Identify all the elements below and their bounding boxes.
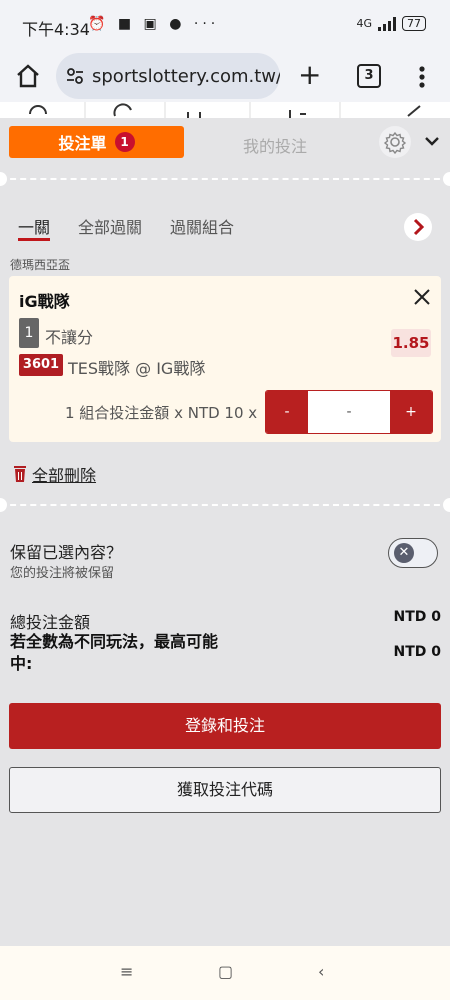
- stake-stepper: - - +: [265, 390, 433, 434]
- signal-icon: [378, 16, 396, 31]
- divider: [0, 504, 450, 506]
- max-payout-value: NTD 0: [393, 644, 441, 660]
- stake-label: 1 組合投注金額 x NTD 10 x: [65, 404, 258, 422]
- tab-betslip[interactable]: 投注單 1: [9, 126, 184, 158]
- keep-selection-subtitle: 您的投注將被保留: [10, 566, 115, 581]
- get-bet-code-button[interactable]: 獲取投注代碼: [9, 767, 441, 813]
- divider: [0, 178, 450, 180]
- keep-selection-title: 保留已選內容？: [10, 543, 123, 562]
- settings-button[interactable]: [379, 126, 411, 158]
- event-code-badge: 3601: [19, 354, 63, 376]
- odds-value: 1.85: [391, 329, 431, 357]
- battery-icon: 77: [402, 16, 426, 31]
- trash-icon: [14, 466, 26, 482]
- status-time: 下午4:34: [22, 20, 90, 39]
- status-bar: 下午4:34 ⏰ ■ ▣ ● ··· 4G 77: [0, 0, 450, 52]
- total-stake-label: 總投注金額: [10, 613, 91, 632]
- more-menu-icon[interactable]: [412, 64, 432, 90]
- delete-all-link[interactable]: 全部刪除: [12, 462, 96, 486]
- keep-selection-toggle[interactable]: ✕: [388, 538, 438, 568]
- browser-toolbar: sportslottery.com.tw/s + 3: [0, 52, 450, 102]
- network-label: 4G: [356, 17, 372, 30]
- market-name: 不讓分: [45, 328, 94, 347]
- delete-all-label: 全部刪除: [32, 466, 97, 485]
- collapse-chevron-icon[interactable]: [424, 134, 440, 148]
- home-nav-icon[interactable]: ▢: [218, 962, 233, 981]
- login-and-bet-button[interactable]: 登錄和投注: [9, 703, 441, 749]
- system-nav-bar: ≡ ▢ ‹: [0, 946, 450, 1000]
- stake-input[interactable]: -: [308, 391, 390, 433]
- page-behind-slip: [0, 102, 450, 118]
- chevron-right-icon: [413, 218, 425, 236]
- tab-all-parlay[interactable]: 全部過關: [78, 214, 142, 238]
- tabs-scroll-right-button[interactable]: [404, 213, 432, 241]
- toggle-off-icon: ✕: [394, 543, 414, 563]
- gear-icon: [383, 131, 407, 155]
- sport-icons-strip: [29, 102, 421, 118]
- tab-count-button[interactable]: 3: [357, 64, 381, 88]
- divider-notch: [443, 498, 450, 512]
- league-name: 德瑪西亞盃: [10, 258, 71, 272]
- bet-card: iG戰隊 1 不讓分 1.85 3601 TES戰隊 @ IG戰隊 1 組合投注…: [9, 276, 441, 442]
- betslip-panel: 投注單 1 我的投注 一關 全部過關 過關組合 德瑪西亞盃 iG戰隊 1 不讓分…: [0, 118, 450, 946]
- bet-type-tabs: 一關 全部過關 過關組合: [0, 214, 450, 246]
- max-payout-label: 若全數為不同玩法，最高可能中:: [10, 632, 219, 673]
- site-settings-icon[interactable]: [66, 67, 84, 85]
- new-tab-icon[interactable]: +: [298, 60, 321, 90]
- tab-mybets[interactable]: 我的投注: [243, 133, 307, 157]
- stake-increment-button[interactable]: +: [390, 391, 432, 433]
- back-icon[interactable]: ‹: [318, 962, 324, 981]
- stake-decrement-button[interactable]: -: [266, 391, 308, 433]
- notification-icons: ⏰ ■ ▣ ● ···: [88, 16, 220, 32]
- tab-single[interactable]: 一關: [18, 214, 50, 238]
- betslip-count-badge: 1: [114, 132, 135, 152]
- status-right: 4G 77: [356, 16, 426, 31]
- divider-notch: [0, 498, 7, 512]
- total-stake-value: NTD 0: [393, 609, 441, 625]
- selected-team: iG戰隊: [19, 292, 70, 311]
- tab-parlay-combo[interactable]: 過關組合: [170, 214, 234, 238]
- home-icon[interactable]: [14, 62, 42, 90]
- address-bar[interactable]: sportslottery.com.tw/s: [56, 53, 280, 99]
- match-name: TES戰隊 @ IG戰隊: [68, 359, 206, 378]
- divider-notch: [0, 172, 7, 186]
- active-tab-indicator: [18, 238, 50, 241]
- close-icon[interactable]: [413, 288, 431, 306]
- recent-apps-icon[interactable]: ≡: [120, 962, 133, 981]
- url-text: sportslottery.com.tw/s: [92, 66, 280, 87]
- game-number-badge: 1: [19, 318, 39, 348]
- divider-notch: [443, 172, 450, 186]
- tab-betslip-label: 投注單: [58, 134, 107, 153]
